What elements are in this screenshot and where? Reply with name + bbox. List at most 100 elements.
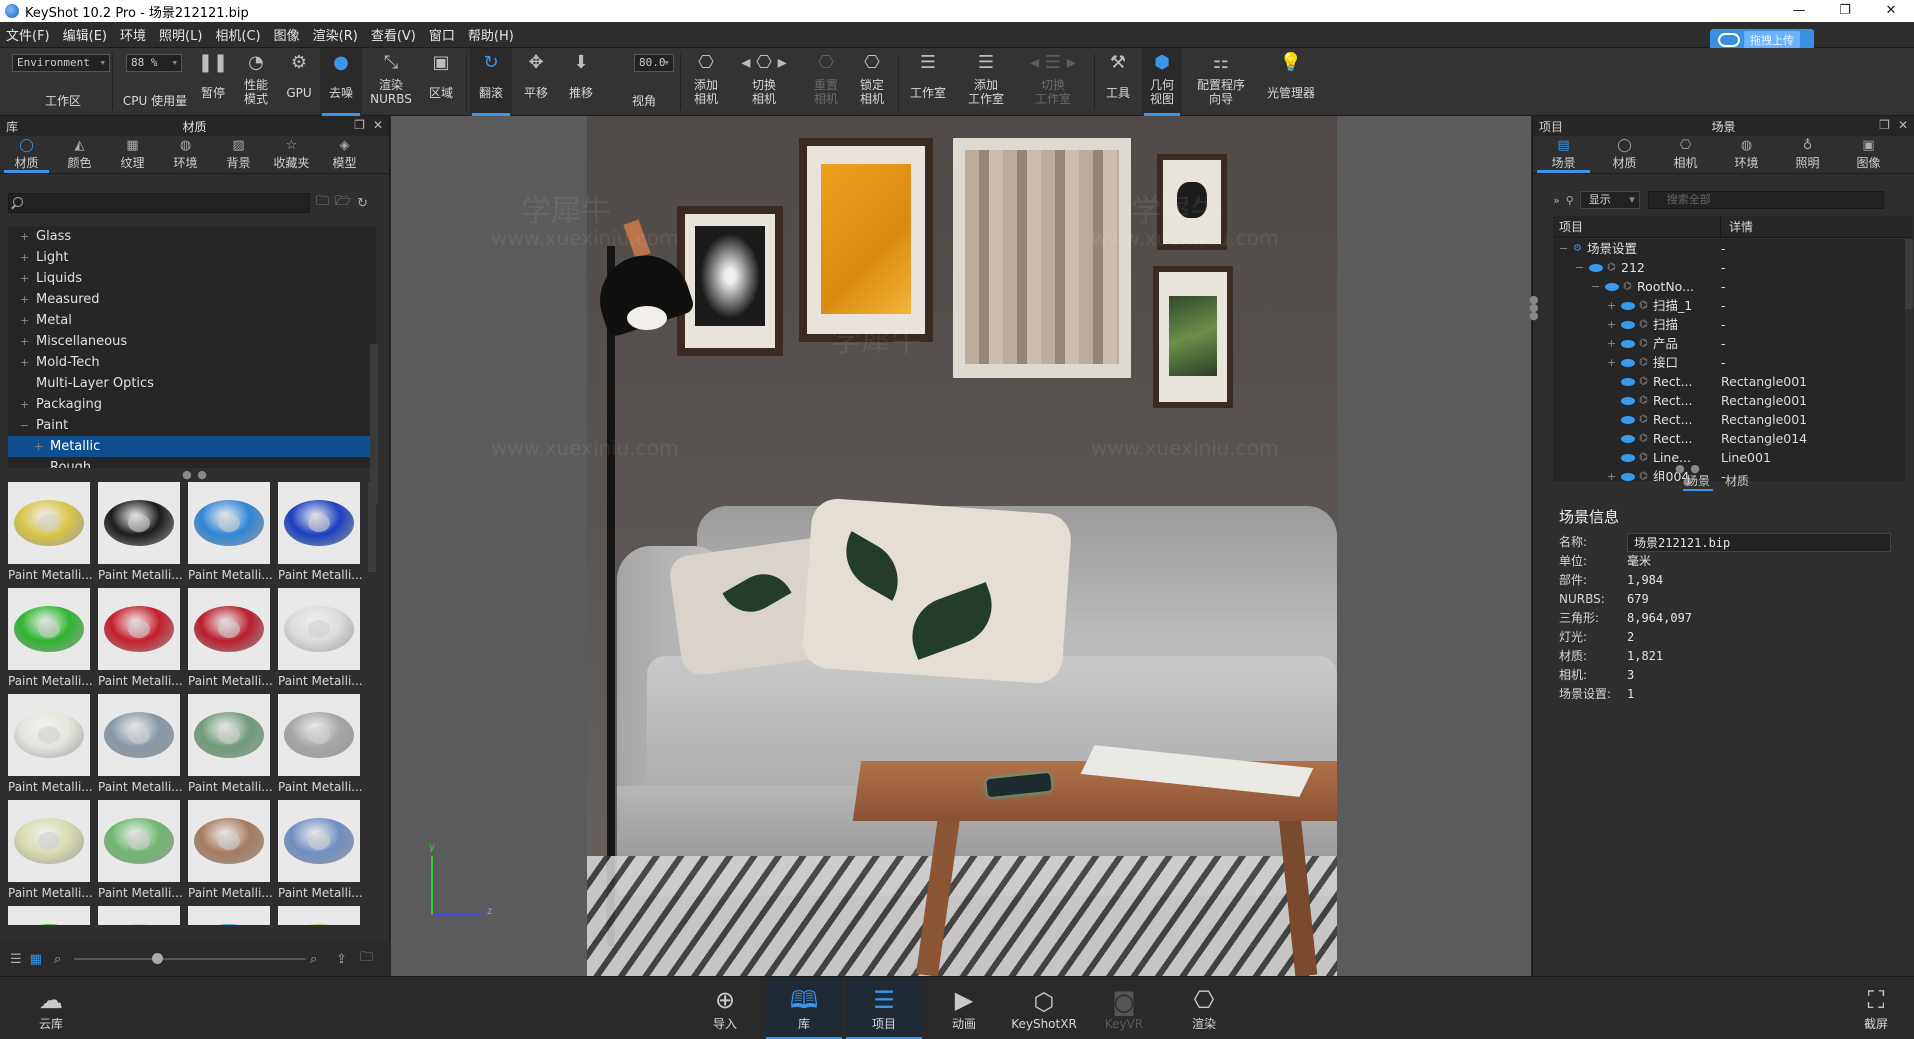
display-filter-select[interactable]: 显示 <box>1579 191 1640 209</box>
studio-button[interactable]: ☰ 工作室 <box>902 48 954 116</box>
scene-name-field[interactable]: 场景212121.bip <box>1627 533 1891 552</box>
tree-item[interactable]: + Measured <box>8 289 376 310</box>
material-thumbnail[interactable]: Paint Metalli... <box>278 482 363 586</box>
scene-tree-row[interactable]: ⌬ Rect... Rectangle001 <box>1553 372 1905 391</box>
denoise-button[interactable]: ● 去噪 <box>320 48 362 116</box>
switch-studio-button[interactable]: ◂ ☰ ▸ 切换 工作室 <box>1020 48 1086 116</box>
material-thumbnail[interactable]: Paint Metalli... <box>188 694 273 798</box>
thumbnail-scrollbar[interactable] <box>368 482 376 572</box>
visibility-eye-icon[interactable] <box>1621 416 1635 424</box>
visibility-eye-icon[interactable] <box>1621 302 1635 310</box>
tumble-button[interactable]: ↻ 翻滚 <box>470 48 512 116</box>
tab-camera[interactable]: ⎔ 相机 <box>1655 136 1716 173</box>
material-thumbnail[interactable]: Paint Metalli... <box>8 800 93 904</box>
panel-close-icon[interactable]: ✕ <box>1898 118 1908 132</box>
menu-window[interactable]: 窗口 <box>423 25 462 44</box>
expand-icon[interactable]: + <box>20 289 36 310</box>
collapse-icon[interactable]: − <box>1575 258 1584 277</box>
workspace-button[interactable]: 工作区 <box>30 48 96 116</box>
menu-view[interactable]: 查看(V) <box>365 25 423 44</box>
tools-button[interactable]: ⚒ 工具 <box>1098 48 1138 116</box>
visibility-eye-icon[interactable] <box>1621 378 1635 386</box>
expand-icon[interactable] <box>34 457 50 468</box>
expand-icon[interactable]: + <box>34 436 50 457</box>
folder-icon[interactable]: 🗀 <box>316 192 329 214</box>
expand-icon[interactable]: + <box>1607 334 1616 353</box>
thumbnail-size-slider[interactable] <box>74 953 306 964</box>
gpu-button[interactable]: ⚙ GPU <box>282 48 316 116</box>
material-thumbnail[interactable] <box>188 906 272 925</box>
lock-camera-button[interactable]: ⎔ 锁定 相机 <box>850 48 894 116</box>
tab-favorites[interactable]: ☆ 收藏夹 <box>265 136 318 173</box>
scene-tree-row[interactable]: ⌬ Line... Line001 <box>1553 448 1905 467</box>
dolly-button[interactable]: ⬇ 推移 <box>560 48 602 116</box>
material-thumbnail[interactable]: Paint Metalli... <box>98 694 183 798</box>
material-thumbnail[interactable]: Paint Metalli... <box>8 588 93 692</box>
scene-tree-row[interactable]: + ⌬ 扫描_1 - <box>1553 296 1905 315</box>
folder-add-icon[interactable]: 🗀 <box>360 948 373 970</box>
expand-icon[interactable]: + <box>1607 467 1616 481</box>
grid-view-icon[interactable]: ▦ <box>30 952 42 967</box>
scene-search-input[interactable]: 搜索全部 <box>1647 191 1884 209</box>
zoom-out-icon[interactable]: ⌕ <box>54 952 61 967</box>
cloud-library-button[interactable]: ☁ 云库 <box>20 977 82 1039</box>
scene-tree-row[interactable]: ⌬ Rect... Rectangle001 <box>1553 391 1905 410</box>
material-thumbnail[interactable] <box>8 906 92 925</box>
tree-item[interactable]: + Packaging <box>8 394 376 415</box>
tab-textures[interactable]: ▦ 纹理 <box>106 136 159 173</box>
animation-button[interactable]: ▶ 动画 <box>930 977 998 1039</box>
menu-file[interactable]: 文件(F) <box>0 25 57 44</box>
expand-icon[interactable]: + <box>1607 353 1616 372</box>
pan-button[interactable]: ✥ 平移 <box>516 48 556 116</box>
refresh-icon[interactable]: ↻ <box>357 196 368 211</box>
tree-item[interactable]: + Glass <box>8 226 376 247</box>
tree-item[interactable]: + Metal <box>8 310 376 331</box>
expand-icon[interactable]: + <box>20 226 36 247</box>
material-thumbnail[interactable]: Paint Metalli... <box>278 694 363 798</box>
tab-backplates[interactable]: ▨ 背景 <box>212 136 265 173</box>
visibility-eye-icon[interactable] <box>1621 321 1635 329</box>
side-handle[interactable]: ● ● ● <box>1529 294 1539 321</box>
keyvr-button[interactable]: ◙ KeyVR <box>1090 977 1158 1039</box>
scene-tree-row[interactable]: − ⌬ RootNo... - <box>1553 277 1905 296</box>
import-button[interactable]: ⊕ 导入 <box>694 977 756 1039</box>
visibility-eye-icon[interactable] <box>1621 397 1635 405</box>
visibility-eye-icon[interactable] <box>1621 340 1635 348</box>
expand-icon[interactable]: + <box>20 310 36 331</box>
scene-tree-row[interactable]: − ⌬ 212 - <box>1553 258 1905 277</box>
scene-tree-row[interactable]: ⌬ Rect... Rectangle014 <box>1553 429 1905 448</box>
scene-tree-row[interactable]: + ⌬ 接口 - <box>1553 353 1905 372</box>
subtab-scene[interactable]: 场景 <box>1683 472 1714 491</box>
tab-image[interactable]: ▣ 图像 <box>1838 136 1899 173</box>
filter-icon[interactable]: ⚲ <box>1566 194 1574 207</box>
expand-icon[interactable]: + <box>20 394 36 415</box>
add-camera-button[interactable]: ⎔ 添加 相机 <box>684 48 728 116</box>
material-thumbnail[interactable]: Paint Metalli... <box>188 588 273 692</box>
scene-tree-scrollbar[interactable] <box>1905 239 1913 309</box>
material-thumbnail[interactable]: Paint Metalli... <box>188 800 273 904</box>
menu-environment[interactable]: 环境 <box>114 25 153 44</box>
render-button[interactable]: ⎔ 渲染 <box>1170 977 1238 1039</box>
tree-item[interactable]: + Miscellaneous <box>8 331 376 352</box>
tab-project-materials[interactable]: ◯ 材质 <box>1594 136 1655 173</box>
close-button[interactable]: ✕ <box>1868 0 1914 22</box>
menu-render[interactable]: 渲染(R) <box>307 25 365 44</box>
material-thumbnail[interactable]: Paint Metalli... <box>278 588 363 692</box>
visibility-eye-icon[interactable] <box>1589 264 1603 272</box>
collapse-icon[interactable]: − <box>1591 277 1600 296</box>
project-button[interactable]: ☰ 项目 <box>846 977 922 1039</box>
visibility-eye-icon[interactable] <box>1605 283 1619 291</box>
screenshot-button[interactable]: ⛶ 截屏 <box>1846 977 1906 1039</box>
zoom-in-icon[interactable]: ⌕ <box>310 952 317 967</box>
subtab-materials[interactable]: 材质 <box>1725 472 1749 491</box>
region-button[interactable]: ▣ 区域 <box>420 48 462 116</box>
menu-camera[interactable]: 相机(C) <box>209 25 267 44</box>
expand-icon[interactable]: + <box>20 247 36 268</box>
cpu-usage-button[interactable]: CPU 使用量 <box>116 48 194 116</box>
tree-scrollbar[interactable] <box>370 344 378 504</box>
undock-icon[interactable]: ❐ <box>354 118 365 132</box>
expand-icon[interactable]: + <box>1607 315 1616 334</box>
menu-help[interactable]: 帮助(H) <box>462 25 521 44</box>
material-thumbnail[interactable] <box>278 906 362 925</box>
tree-item[interactable]: + Liquids <box>8 268 376 289</box>
